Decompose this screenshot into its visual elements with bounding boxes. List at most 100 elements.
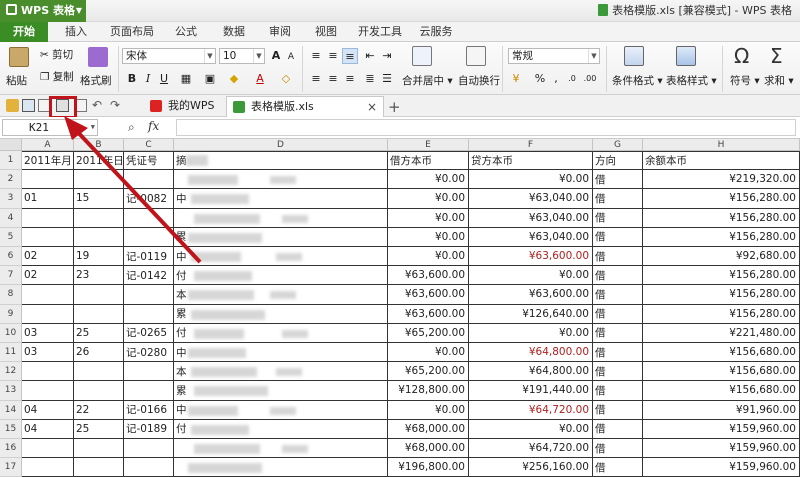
table-cell[interactable]: 25 bbox=[74, 323, 124, 343]
font-color-icon[interactable]: A bbox=[252, 71, 268, 87]
row-header-5[interactable]: 5 bbox=[0, 227, 22, 247]
table-cell[interactable]: 25 bbox=[74, 419, 124, 439]
table-cell[interactable] bbox=[22, 227, 74, 247]
table-cell[interactable]: 借 bbox=[593, 304, 643, 324]
tab-spreadsheet-file[interactable]: 表格模版.xls × bbox=[226, 96, 384, 117]
fx-icon[interactable]: fx bbox=[148, 119, 159, 133]
fill-color-icon[interactable]: ◆ bbox=[226, 71, 242, 87]
spreadsheet-grid[interactable]: A B C D E F G H 1 2 3 4 5 6 7 8 9 10 11 12 13 14 15 16 17 2011年月 2… bbox=[0, 139, 800, 477]
tab-my-wps[interactable]: 我的WPS bbox=[144, 96, 224, 117]
table-cell[interactable] bbox=[74, 227, 124, 247]
table-cell[interactable]: ¥0.00 bbox=[388, 170, 469, 190]
copy-button[interactable]: ❐ 复制 bbox=[40, 69, 74, 84]
table-cell[interactable]: 03 bbox=[22, 323, 74, 343]
align-left-icon[interactable]: ≡ bbox=[308, 71, 324, 87]
row-header-1[interactable]: 1 bbox=[0, 151, 22, 171]
table-cell[interactable]: ¥126,640.00 bbox=[469, 304, 593, 324]
italic-icon[interactable]: I bbox=[140, 71, 156, 87]
row-header-6[interactable]: 6 bbox=[0, 247, 22, 267]
tab-home[interactable]: 开始 bbox=[0, 22, 48, 42]
table-cell[interactable] bbox=[74, 170, 124, 190]
column-header-h[interactable]: H bbox=[643, 139, 800, 151]
table-cell[interactable]: 记-0119 bbox=[124, 247, 174, 267]
table-cell[interactable]: 15 bbox=[74, 189, 124, 209]
table-cell[interactable]: 22 bbox=[74, 400, 124, 420]
table-cell[interactable]: 02 bbox=[22, 247, 74, 267]
paste-button[interactable]: 粘贴 bbox=[6, 73, 27, 88]
table-cell[interactable]: ¥0.00 bbox=[388, 208, 469, 228]
undo-icon[interactable]: ↶ bbox=[92, 99, 105, 112]
table-cell[interactable] bbox=[74, 439, 124, 459]
table-cell[interactable]: ¥128,800.00 bbox=[388, 381, 469, 401]
table-cell[interactable] bbox=[22, 362, 74, 382]
save-icon[interactable] bbox=[22, 99, 35, 112]
table-cell[interactable]: 借 bbox=[593, 189, 643, 209]
table-cell[interactable]: ¥92,680.00 bbox=[643, 247, 800, 267]
column-header-e[interactable]: E bbox=[388, 139, 469, 151]
column-header-f[interactable]: F bbox=[469, 139, 593, 151]
font-size-select[interactable]: 10 ▼ bbox=[219, 48, 265, 64]
table-cell[interactable] bbox=[124, 381, 174, 401]
percent-icon[interactable]: % bbox=[532, 71, 548, 87]
underline-icon[interactable]: U bbox=[156, 71, 172, 87]
table-cell[interactable]: ¥64,800.00 bbox=[469, 343, 593, 363]
table-cell[interactable]: ¥65,200.00 bbox=[388, 362, 469, 382]
sum-button[interactable]: 求和 ▾ bbox=[764, 73, 794, 88]
table-cell[interactable]: ¥0.00 bbox=[388, 247, 469, 267]
table-cell[interactable]: 记-0265 bbox=[124, 323, 174, 343]
table-cell[interactable]: ¥221,480.00 bbox=[643, 323, 800, 343]
align-center-icon[interactable]: ≡ bbox=[325, 71, 341, 87]
table-cell[interactable]: ¥156,280.00 bbox=[643, 189, 800, 209]
table-cell[interactable]: ¥0.00 bbox=[388, 227, 469, 247]
wrap-text-icon[interactable] bbox=[466, 46, 486, 66]
table-cell[interactable]: ¥159,960.00 bbox=[643, 458, 800, 477]
table-cell[interactable]: ¥156,680.00 bbox=[643, 381, 800, 401]
table-cell[interactable] bbox=[22, 458, 74, 477]
table-cell[interactable]: 借 bbox=[593, 170, 643, 190]
table-cell[interactable]: ¥64,720.00 bbox=[469, 400, 593, 420]
table-cell[interactable]: ¥156,280.00 bbox=[643, 227, 800, 247]
table-cell[interactable]: 借 bbox=[593, 208, 643, 228]
shrink-font-icon[interactable]: A bbox=[283, 49, 299, 65]
table-cell[interactable]: 19 bbox=[74, 247, 124, 267]
table-cell[interactable]: 借 bbox=[593, 323, 643, 343]
select-all-corner[interactable] bbox=[0, 139, 22, 151]
table-cell[interactable]: ¥0.00 bbox=[469, 323, 593, 343]
table-cell[interactable] bbox=[74, 285, 124, 305]
table-cell[interactable] bbox=[22, 285, 74, 305]
table-cell[interactable]: 04 bbox=[22, 419, 74, 439]
name-box[interactable]: K21 ▼ bbox=[2, 119, 98, 136]
row-header-11[interactable]: 11 bbox=[0, 343, 22, 363]
column-header-c[interactable]: C bbox=[124, 139, 174, 151]
symbol-button[interactable]: 符号 ▾ bbox=[730, 73, 760, 88]
table-cell[interactable] bbox=[124, 304, 174, 324]
row-header-2[interactable]: 2 bbox=[0, 170, 22, 190]
row-header-9[interactable]: 9 bbox=[0, 304, 22, 324]
table-cell[interactable]: ¥63,600.00 bbox=[388, 266, 469, 286]
table-header-cell[interactable]: 凭证号 bbox=[124, 151, 174, 171]
row-header-7[interactable]: 7 bbox=[0, 266, 22, 286]
table-cell[interactable] bbox=[124, 458, 174, 477]
merge-center-button[interactable]: 合并居中 ▾ bbox=[402, 73, 453, 88]
row-header-14[interactable]: 14 bbox=[0, 400, 22, 420]
close-icon[interactable]: × bbox=[367, 97, 377, 117]
table-cell[interactable]: 26 bbox=[74, 343, 124, 363]
table-cell[interactable] bbox=[74, 208, 124, 228]
table-cell[interactable]: 借 bbox=[593, 285, 643, 305]
table-cell[interactable] bbox=[74, 362, 124, 382]
table-cell[interactable]: ¥156,680.00 bbox=[643, 343, 800, 363]
column-header-b[interactable]: B bbox=[74, 139, 124, 151]
zoom-search-icon[interactable]: ⌕ bbox=[128, 120, 135, 135]
table-cell[interactable]: ¥156,280.00 bbox=[643, 266, 800, 286]
table-cell[interactable]: ¥156,680.00 bbox=[643, 362, 800, 382]
table-cell[interactable]: 借 bbox=[593, 247, 643, 267]
distributed-icon[interactable]: ☰ bbox=[379, 71, 395, 87]
omega-icon[interactable]: Ω bbox=[734, 44, 749, 68]
table-cell[interactable]: ¥64,800.00 bbox=[469, 362, 593, 382]
table-cell[interactable]: ¥156,280.00 bbox=[643, 304, 800, 324]
table-cell[interactable]: 04 bbox=[22, 400, 74, 420]
table-cell[interactable] bbox=[124, 208, 174, 228]
tab-page-layout[interactable]: 页面布局 bbox=[104, 22, 160, 42]
row-header-8[interactable]: 8 bbox=[0, 285, 22, 305]
table-cell[interactable]: 借 bbox=[593, 266, 643, 286]
